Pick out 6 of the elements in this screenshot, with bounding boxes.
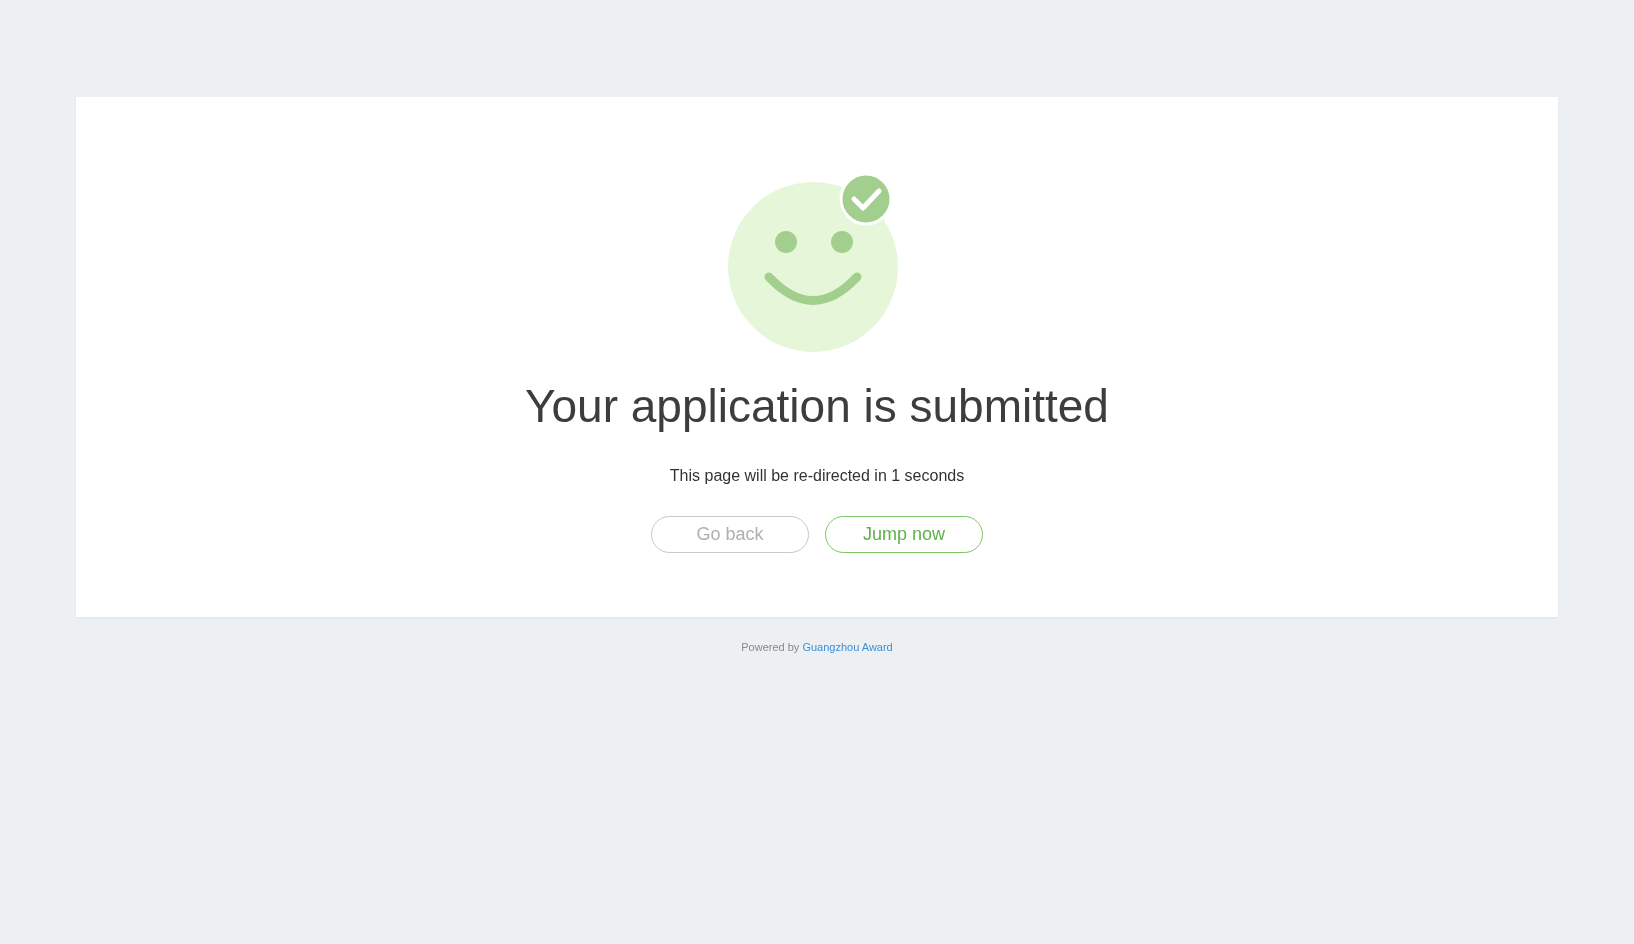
jump-now-button[interactable]: Jump now [825,516,983,553]
footer-credit: Powered by Guangzhou Award [741,640,893,655]
go-back-button[interactable]: Go back [651,516,809,553]
redirect-message: This page will be re-directed in 1 seconds [669,466,965,486]
result-title: Your application is submitted [525,379,1109,434]
footer-link[interactable]: Guangzhou Award [802,641,893,653]
